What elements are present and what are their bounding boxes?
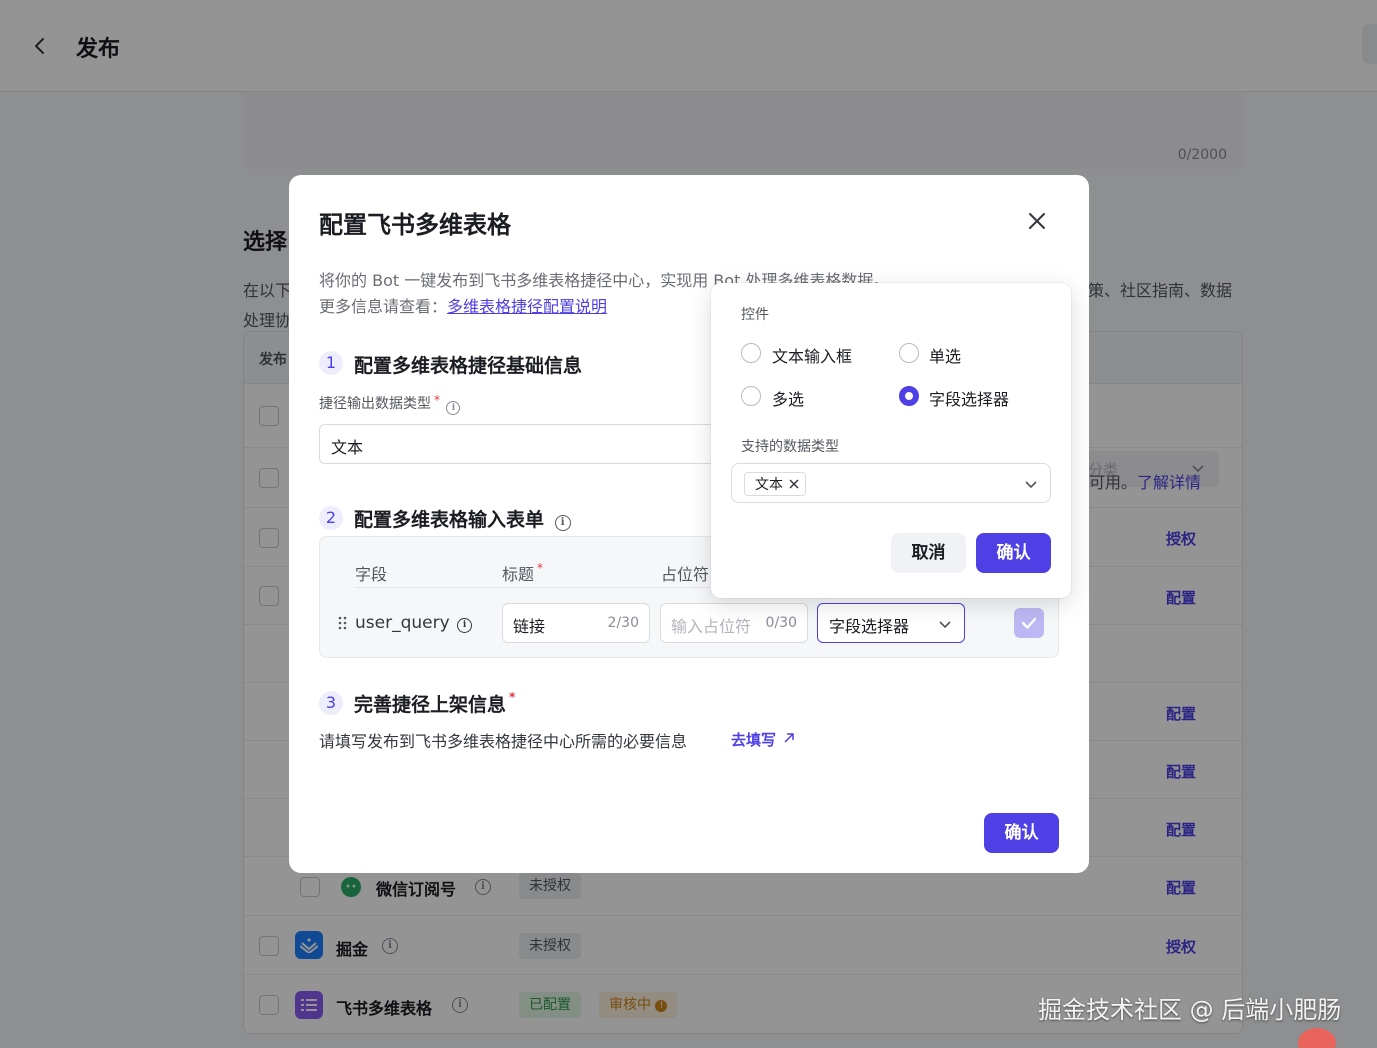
info-icon[interactable]: i [457,618,473,633]
tag-label: 文本 [755,477,783,493]
control-type-value: 字段选择器 [829,617,910,636]
radio-single-select[interactable] [899,343,919,363]
radio-label: 字段选择器 [929,390,1010,409]
placeholder-char-count: 0/30 [765,615,797,631]
selected-tag: 文本 [744,472,806,496]
required-mark: * [509,690,516,704]
modal-title: 配置飞书多维表格 [319,211,511,239]
close-icon[interactable] [787,477,801,491]
step-description: 请填写发布到飞书多维表格捷径中心所需的必要信息 [319,732,688,751]
placeholder-input[interactable]: 输入占位符 0/30 [660,603,808,643]
external-link-icon[interactable] [783,732,795,744]
radio-label: 多选 [772,390,805,409]
info-icon[interactable]: i [446,401,461,415]
step-title: 配置多维表格捷径基础信息 [354,355,583,377]
control-type-select[interactable]: 字段选择器 [817,603,965,643]
step-number: 2 [319,506,343,530]
required-mark: * [434,393,440,407]
required-mark: * [537,561,544,575]
output-type-label: 捷径输出数据类型 * i [319,393,461,415]
fill-in-link[interactable]: 去填写 [731,729,776,750]
step-number: 1 [319,351,343,375]
step-title-text: 配置多维表格输入表单 [354,509,545,531]
column-header-field: 字段 [355,565,388,584]
desc-prefix: 更多信息请查看： [319,297,448,316]
radio-field-selector[interactable] [899,386,919,406]
step-title-text: 完善捷径上架信息 [354,694,507,716]
info-icon[interactable]: i [554,515,571,531]
column-header-placeholder: 占位符 [661,565,710,584]
check-icon [1021,617,1037,629]
column-header-title-text: 标题 [502,565,535,584]
confirm-button[interactable]: 确认 [976,533,1051,573]
drag-handle-icon[interactable] [338,616,348,630]
step-number: 3 [319,691,343,715]
radio-label: 文本输入框 [772,347,853,366]
field-name: user_query i [355,613,473,633]
modal-confirm-button[interactable]: 确认 [984,813,1059,853]
output-type-value: 文本 [331,438,364,457]
radio-multi-select[interactable] [741,386,761,406]
watermark: 掘金技术社区 @ 后端小肥肠 [1038,996,1342,1024]
radio-text-input[interactable] [741,343,761,363]
output-type-label-text: 捷径输出数据类型 [319,396,431,412]
step-title: 配置多维表格输入表单 i [354,505,571,532]
cancel-button[interactable]: 取消 [891,533,966,573]
column-header-title: 标题 * [502,561,543,585]
radio-label: 单选 [929,347,962,366]
title-input[interactable]: 链接 2/30 [502,603,650,643]
control-config-popover: 控件 文本输入框 单选 多选 字段选择器 支持的数据类型 文本 取消 确认 [711,283,1071,598]
chevron-down-icon [1025,481,1037,489]
data-type-select[interactable]: 文本 [731,463,1051,503]
required-checkbox[interactable] [1014,608,1044,638]
step-title: 完善捷径上架信息 * [354,690,515,717]
modal-description-line2: 更多信息请查看：多维表格捷径配置说明 [319,293,607,317]
config-guide-link[interactable]: 多维表格捷径配置说明 [447,297,607,316]
chevron-down-icon [939,621,951,629]
title-input-value: 链接 [513,617,546,636]
control-label: 控件 [741,307,769,323]
title-char-count: 2/30 [607,615,639,631]
field-name-text: user_query [355,613,450,633]
data-type-label: 支持的数据类型 [741,439,839,455]
placeholder-input-hint: 输入占位符 [671,617,752,636]
close-icon[interactable] [1025,209,1049,233]
